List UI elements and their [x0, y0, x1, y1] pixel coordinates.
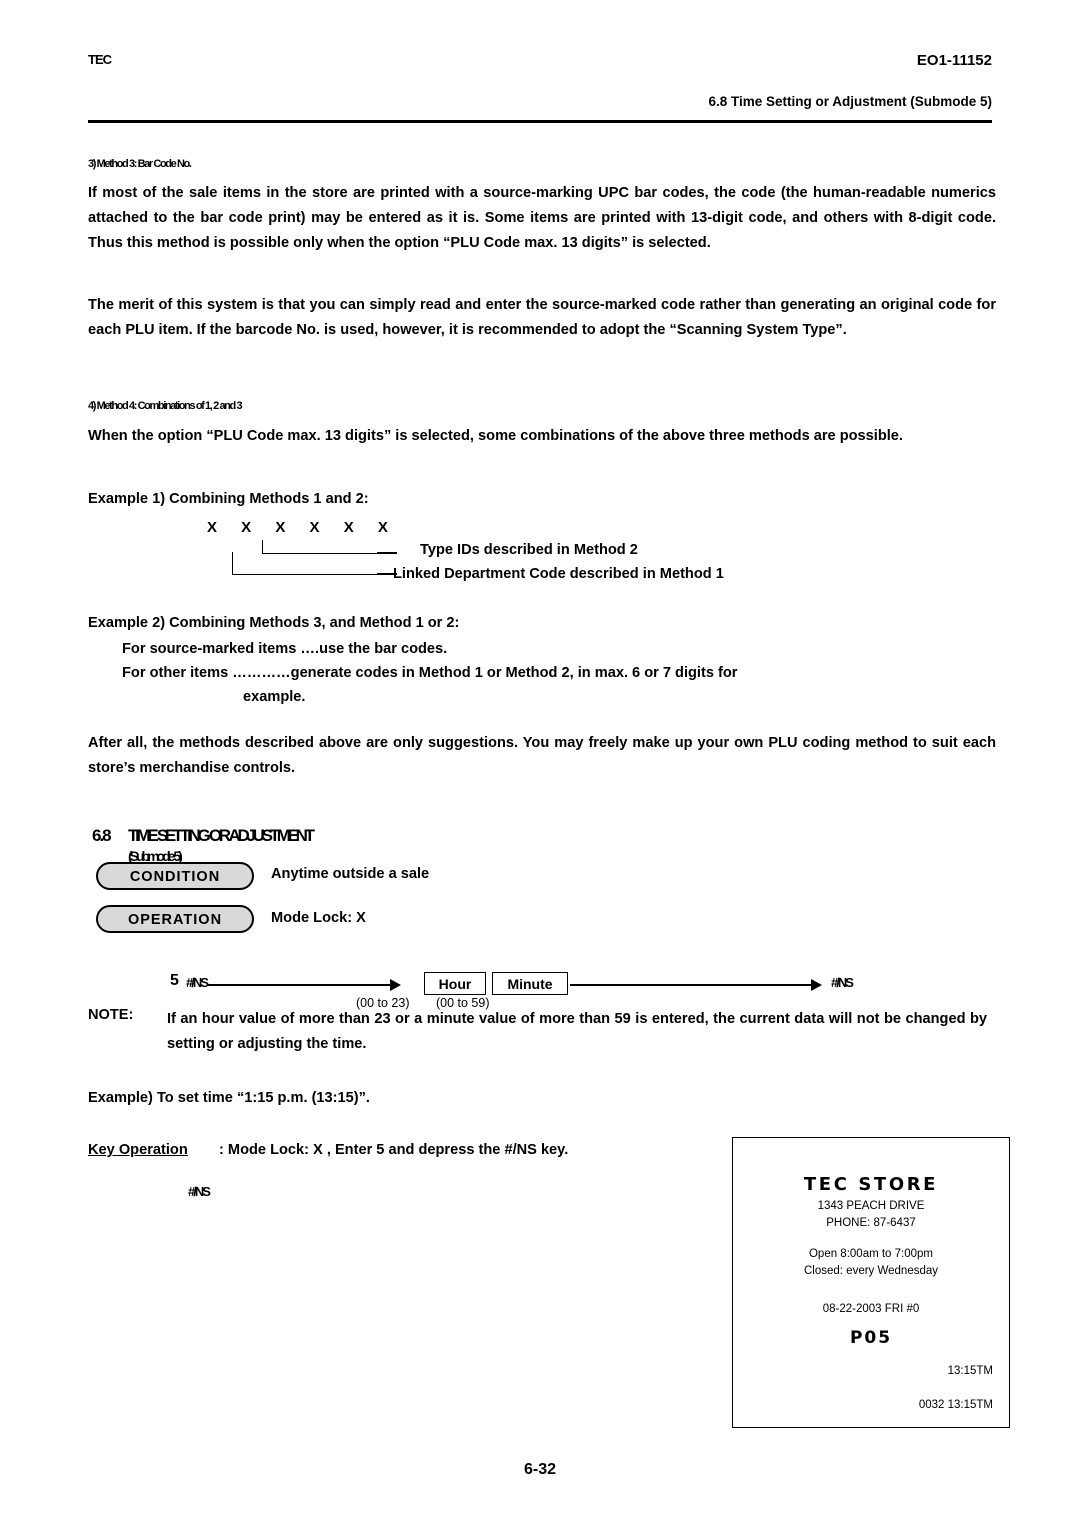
example-title: Example) To set time “1:15 p.m. (13:15)”…: [88, 1090, 370, 1106]
bracket-department-code: [232, 552, 378, 575]
method4-closing: After all, the methods described above a…: [88, 735, 996, 776]
document-code: EO1-11152: [916, 52, 992, 69]
flow-step-number: 5: [170, 972, 179, 989]
condition-text: Anytime outside a sale: [271, 866, 430, 882]
receipt-code: P05: [849, 1328, 893, 1348]
flow-arrow-1-head: [390, 979, 401, 991]
hour-key-box: Hour: [424, 972, 486, 995]
operation-badge: OPERATION: [96, 905, 254, 933]
flow-end-key: #/NS: [831, 975, 854, 990]
receipt-open-hours: Open 8:00am to 7:00pm: [808, 1248, 934, 1260]
example2-line-1: For source-marked items ….use the bar co…: [122, 641, 448, 657]
header-rule: [88, 120, 992, 123]
method3-label: 3) Method 3: Bar Code No.: [88, 158, 192, 170]
page-number: 6-32: [523, 1461, 557, 1478]
receipt-store-name: TEC STORE: [803, 1174, 939, 1195]
flow-arrow-2-head: [811, 979, 822, 991]
callout-type-ids: Type IDs described in Method 2: [420, 542, 638, 558]
bracket-type-ids-leader: [377, 552, 397, 554]
receipt-address: 1343 PEACH DRIVE: [817, 1200, 925, 1212]
method3-paragraph-2: The merit of this system is that you can…: [88, 297, 996, 338]
flow-arrow-1-line: [207, 984, 392, 986]
note-label: NOTE:: [88, 1007, 134, 1023]
key-operation-text: : Mode Lock: X , Enter 5 and depress the…: [219, 1142, 569, 1158]
flow-step-key: #/NS: [186, 975, 209, 990]
example1-title: Example 1) Combining Methods 1 and 2:: [88, 491, 369, 507]
receipt-date-line: 08-22-2003 FRI #0: [822, 1303, 920, 1315]
header-logo: TEC: [88, 52, 112, 67]
key-operation-label: Key Operation: [88, 1142, 188, 1158]
receipt-time-1: 13:15TM: [947, 1365, 993, 1377]
receipt-sample: TEC STORE 1343 PEACH DRIVE PHONE: 87-643…: [732, 1137, 1010, 1428]
operation-text: Mode Lock: X: [271, 910, 366, 926]
example1-code-digits: X X X X X X: [207, 519, 398, 536]
example2-line-3: example.: [243, 689, 306, 705]
receipt-time-2: 0032 13:15TM: [918, 1399, 993, 1411]
section-title: TIME SETTING OR ADJUSTMENT: [128, 826, 315, 845]
example2-line-2: For other items …………generate codes in Me…: [122, 665, 738, 681]
method4-label: 4) Method 4: Combinations of 1, 2 and 3: [88, 400, 243, 412]
method3-paragraph-1: If most of the sale items in the store a…: [88, 185, 996, 251]
section-reference: 6.8 Time Setting or Adjustment (Submode …: [708, 94, 992, 109]
document-page: TEC EO1-11152 6.8 Time Setting or Adjust…: [0, 0, 1080, 1528]
flow-arrow-2-line: [570, 984, 813, 986]
example2-title: Example 2) Combining Methods 3, and Meth…: [88, 615, 460, 631]
note-text: If an hour value of more than 23 or a mi…: [167, 1011, 987, 1052]
section-number: 6.8: [92, 826, 112, 845]
result-key: #/NS: [188, 1184, 211, 1199]
condition-badge: CONDITION: [96, 862, 254, 890]
receipt-phone: PHONE: 87-6437: [826, 1217, 916, 1229]
callout-department-code: Linked Department Code described in Meth…: [393, 566, 724, 582]
receipt-closed-days: Closed: every Wednesday: [803, 1265, 939, 1277]
minute-key-box: Minute: [492, 972, 568, 995]
method4-paragraph: When the option “PLU Code max. 13 digits…: [88, 428, 903, 444]
